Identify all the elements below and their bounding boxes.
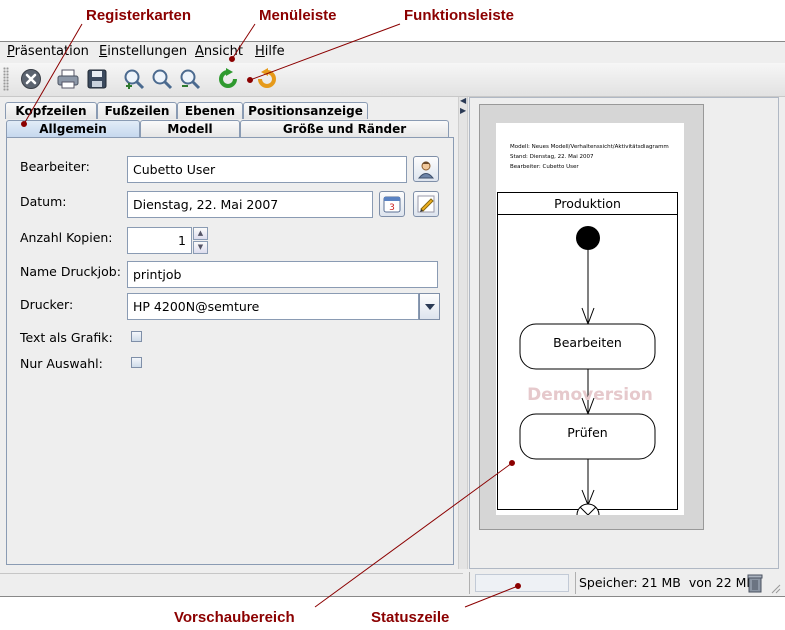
kopien-stepper[interactable]: ▲ ▼	[193, 227, 208, 254]
tab-ebenen[interactable]: Ebenen	[177, 102, 243, 119]
zoom-in-icon[interactable]	[121, 66, 147, 92]
toolbar	[0, 63, 785, 97]
drucker-label: Drucker:	[20, 297, 74, 312]
start-node	[576, 226, 600, 250]
tab-positionsanzeige[interactable]: Positionsanzeige	[243, 102, 368, 119]
zoom-reset-icon[interactable]	[149, 66, 175, 92]
menu-bar: Präsentation Einstellungen Ansicht Hilfe	[0, 42, 785, 62]
memory-used: Speicher: 21 MB	[579, 575, 681, 590]
annotation-statuszeile: Statuszeile	[371, 609, 450, 626]
menu-praesentation[interactable]: Präsentation	[7, 44, 89, 59]
druckjob-label: Name Druckjob:	[20, 264, 121, 279]
end-node	[576, 503, 600, 515]
annotation-menueleiste: Menüleiste	[259, 7, 337, 24]
bearbeiter-label: Bearbeiter:	[20, 159, 90, 174]
bearbeiter-field[interactable]: Cubetto User	[127, 156, 407, 183]
activity-diagram	[519, 226, 656, 515]
collapse-left-icon[interactable]: ◀	[460, 97, 466, 105]
tab-groesse-und-raender[interactable]: Größe und Ränder	[240, 120, 449, 137]
nur-auswahl-checkbox[interactable]	[131, 357, 142, 368]
tab-modell[interactable]: Modell	[140, 120, 240, 137]
collapse-right-icon[interactable]: ▶	[460, 107, 466, 115]
datum-label: Datum:	[20, 194, 67, 209]
chevron-down-icon	[424, 303, 435, 310]
annotation-registerkarten: Registerkarten	[86, 7, 192, 24]
drucker-select[interactable]: HP 4200N@semture	[127, 293, 419, 320]
app-window: Präsentation Einstellungen Ansicht Hilfe	[0, 41, 785, 597]
svg-text:3: 3	[389, 203, 395, 213]
watermark-text: Demoversion	[527, 385, 653, 405]
refresh-icon[interactable]	[215, 66, 241, 92]
activity1-label: Bearbeiten	[553, 335, 622, 350]
preview-page: Modell: Neues Modell/Verhaltenssicht/Akt…	[496, 123, 684, 515]
annotation-funktionsleiste: Funktionsleiste	[404, 7, 515, 24]
grafik-label: Text als Grafik:	[20, 330, 113, 345]
menu-ansicht[interactable]: Ansicht	[195, 44, 243, 59]
stepper-up-icon[interactable]: ▲	[193, 227, 208, 240]
druckjob-field[interactable]: printjob	[127, 261, 438, 288]
toolbar-grip[interactable]	[3, 67, 9, 91]
edit-date-button[interactable]	[413, 191, 439, 217]
undo-icon[interactable]	[253, 66, 279, 92]
pencil-icon	[417, 195, 435, 213]
stepper-down-icon[interactable]: ▼	[193, 241, 208, 254]
split-divider[interactable]: ◀ ▶	[458, 97, 468, 569]
status-divider	[0, 573, 463, 574]
resize-grip-icon[interactable]	[769, 582, 781, 594]
status-bar: Speicher: 21 MB von 22 MB	[0, 570, 785, 596]
drucker-dropdown-button[interactable]	[419, 293, 440, 320]
status-progress	[475, 574, 569, 592]
tab-allgemein[interactable]: Allgemein	[6, 120, 140, 137]
menu-einstellungen[interactable]: Einstellungen	[99, 44, 187, 59]
trash-icon[interactable]	[746, 573, 764, 593]
datum-field[interactable]: Dienstag, 22. Mai 2007	[127, 191, 373, 218]
calendar-button[interactable]: 3	[379, 191, 405, 217]
calendar-icon: 3	[383, 196, 401, 213]
annotation-vorschaubereich: Vorschaubereich	[174, 609, 295, 626]
tab-kopfzeilen[interactable]: Kopfzeilen	[5, 102, 97, 119]
zoom-out-icon[interactable]	[177, 66, 203, 92]
auswahl-label: Nur Auswahl:	[20, 356, 103, 371]
memory-status: Speicher: 21 MB von 22 MB	[579, 575, 755, 590]
kopien-field[interactable]: 1	[127, 227, 192, 254]
status-separator-2	[575, 572, 576, 594]
menu-hilfe[interactable]: Hilfe	[255, 44, 285, 59]
text-als-grafik-checkbox[interactable]	[131, 331, 142, 342]
save-icon[interactable]	[84, 66, 110, 92]
user-icon	[417, 161, 435, 179]
status-separator	[469, 572, 470, 594]
kopien-label: Anzahl Kopien:	[20, 230, 113, 245]
tab-fusszeilen[interactable]: Fußzeilen	[97, 102, 177, 119]
print-icon[interactable]	[55, 66, 81, 92]
user-picker-button[interactable]	[413, 156, 439, 182]
activity2-label: Prüfen	[567, 425, 608, 440]
close-icon[interactable]	[18, 66, 44, 92]
